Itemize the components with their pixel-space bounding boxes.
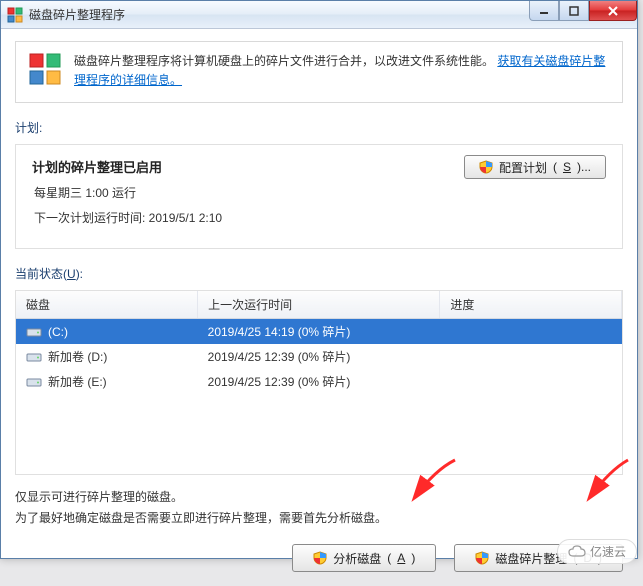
disk-list-panel: 磁盘 上一次运行时间 进度 (C:)2019/4/25 14:19 (0% 碎片… xyxy=(15,290,623,475)
minimize-button[interactable] xyxy=(529,1,559,21)
close-button[interactable] xyxy=(589,1,637,21)
disk-cell: (C:) xyxy=(16,319,198,345)
drive-icon xyxy=(26,375,42,388)
shield-icon xyxy=(475,551,489,565)
lastrun-cell: 2019/4/25 14:19 (0% 碎片) xyxy=(198,319,440,345)
drive-icon xyxy=(26,350,42,363)
table-row[interactable]: 新加卷 (D:)2019/4/25 12:39 (0% 碎片) xyxy=(16,344,622,369)
defrag-icon xyxy=(7,7,23,23)
progress-cell xyxy=(440,319,622,345)
info-description: 磁盘碎片整理程序将计算机硬盘上的碎片文件进行合并，以改进文件系统性能。 xyxy=(74,54,494,68)
info-panel: 磁盘碎片整理程序将计算机硬盘上的碎片文件进行合并，以改进文件系统性能。 获取有关… xyxy=(15,41,623,103)
disk-cell: 新加卷 (E:) xyxy=(16,369,198,394)
note-line-2: 为了最好地确定磁盘是否需要立即进行碎片整理，需要首先分析磁盘。 xyxy=(15,508,623,528)
watermark-text: 亿速云 xyxy=(590,543,626,560)
schedule-panel: 计划的碎片整理已启用 每星期三 1:00 运行 下一次计划运行时间: 2019/… xyxy=(15,144,623,249)
status-label: 当前状态(U): xyxy=(15,265,623,282)
cloud-icon xyxy=(568,545,586,559)
table-row[interactable]: (C:)2019/4/25 14:19 (0% 碎片) xyxy=(16,319,622,345)
note-line-1: 仅显示可进行碎片整理的磁盘。 xyxy=(15,487,623,507)
progress-cell xyxy=(440,344,622,369)
configure-schedule-button[interactable]: 配置计划(S)... xyxy=(464,155,606,179)
info-text: 磁盘碎片整理程序将计算机硬盘上的碎片文件进行合并，以改进文件系统性能。 获取有关… xyxy=(74,52,610,90)
maximize-button[interactable] xyxy=(559,1,589,21)
col-progress[interactable]: 进度 xyxy=(440,291,622,319)
schedule-recurrence: 每星期三 1:00 运行 xyxy=(34,184,606,201)
shield-icon xyxy=(313,551,327,565)
col-lastrun[interactable]: 上一次运行时间 xyxy=(198,291,440,319)
window-frame: 磁盘碎片整理程序 磁盘碎片整理程序将计算机硬盘上的碎片文件进行合并，以改进文件系… xyxy=(0,0,638,559)
col-disk[interactable]: 磁盘 xyxy=(16,291,198,319)
disk-cell: 新加卷 (D:) xyxy=(16,344,198,369)
schedule-next-run: 下一次计划运行时间: 2019/5/1 2:10 xyxy=(34,209,606,226)
notes: 仅显示可进行碎片整理的磁盘。 为了最好地确定磁盘是否需要立即进行碎片整理，需要首… xyxy=(15,487,623,528)
titlebar[interactable]: 磁盘碎片整理程序 xyxy=(1,1,637,29)
shield-icon xyxy=(479,160,493,174)
disk-table: 磁盘 上一次运行时间 进度 (C:)2019/4/25 14:19 (0% 碎片… xyxy=(16,291,622,394)
watermark: 亿速云 xyxy=(557,539,637,564)
lastrun-cell: 2019/4/25 12:39 (0% 碎片) xyxy=(198,344,440,369)
content-area: 磁盘碎片整理程序将计算机硬盘上的碎片文件进行合并，以改进文件系统性能。 获取有关… xyxy=(1,29,637,586)
schedule-label: 计划: xyxy=(15,119,623,136)
drive-icon xyxy=(26,325,42,338)
defrag-large-icon xyxy=(28,52,62,86)
window-title: 磁盘碎片整理程序 xyxy=(29,6,125,23)
progress-cell xyxy=(440,369,622,394)
table-row[interactable]: 新加卷 (E:)2019/4/25 12:39 (0% 碎片) xyxy=(16,369,622,394)
table-empty-area xyxy=(16,394,622,474)
lastrun-cell: 2019/4/25 12:39 (0% 碎片) xyxy=(198,369,440,394)
window-buttons xyxy=(529,1,637,21)
